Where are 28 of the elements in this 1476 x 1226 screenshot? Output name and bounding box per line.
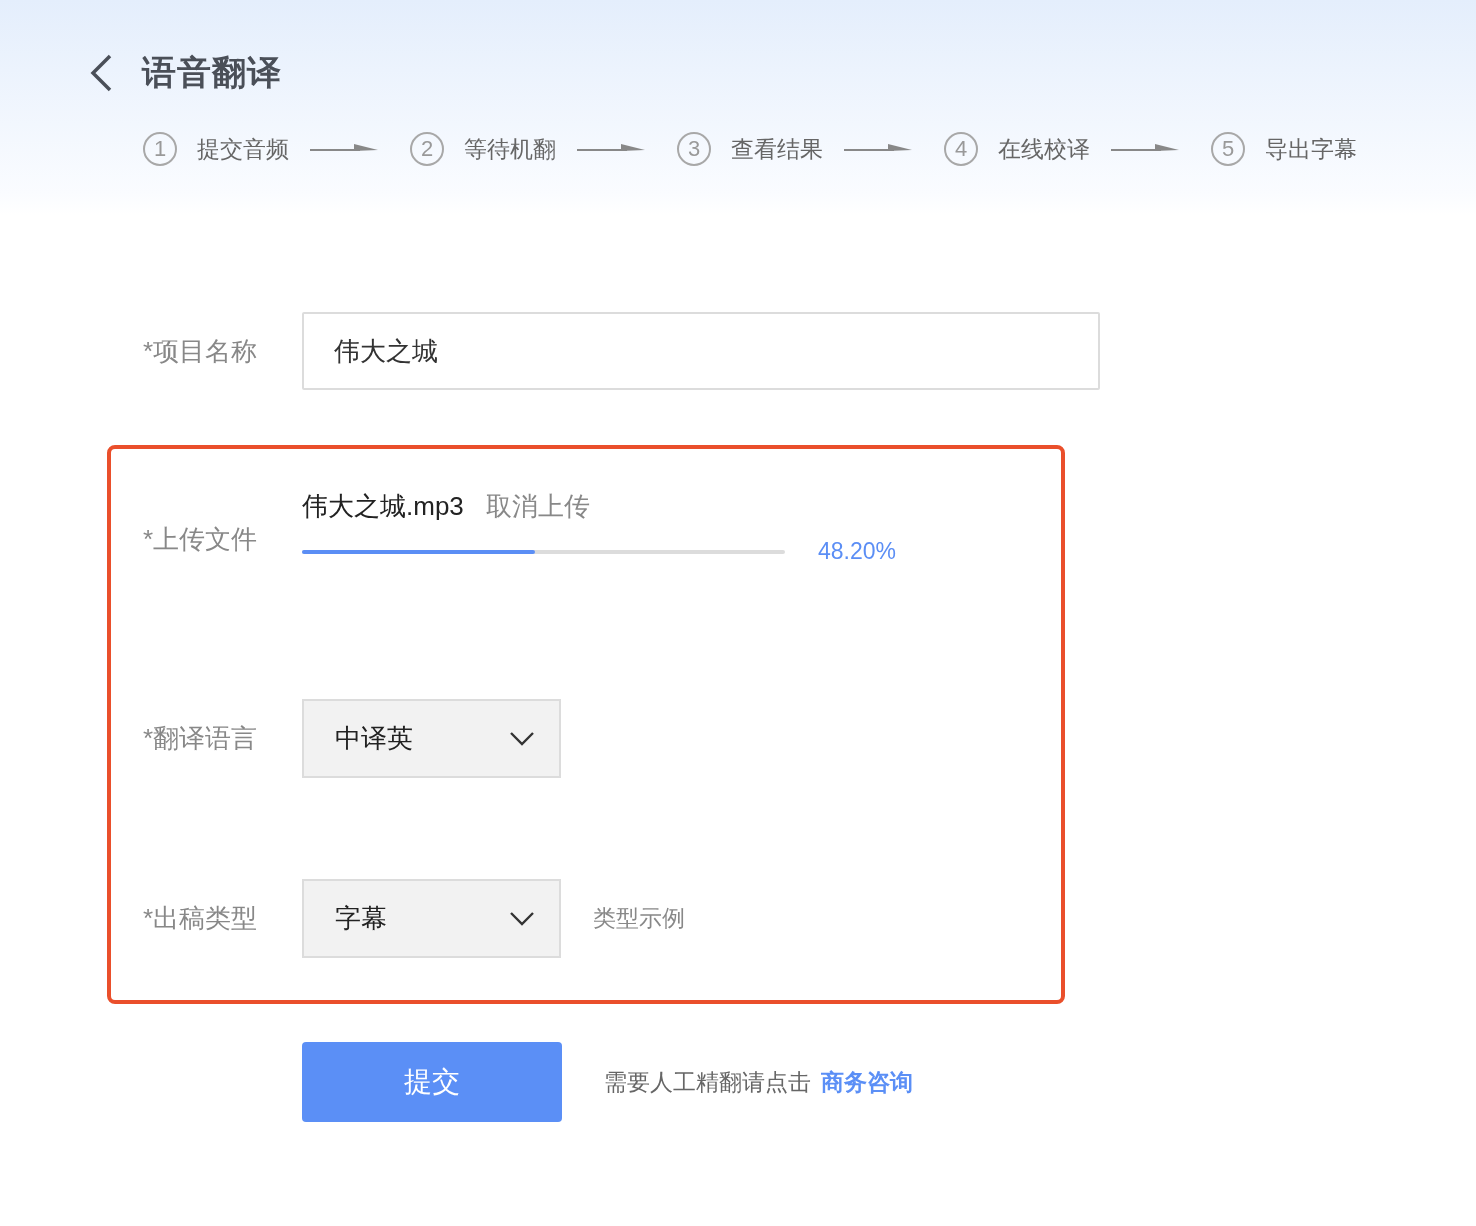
step-label: 在线校译	[998, 134, 1090, 164]
output-type-dropdown[interactable]: 字幕	[302, 879, 561, 958]
hint-text: 需要人工精翻请点击	[604, 1067, 811, 1097]
language-dropdown[interactable]: 中译英	[302, 699, 561, 778]
back-icon[interactable]	[88, 53, 114, 93]
type-example-link[interactable]: 类型示例	[593, 903, 685, 934]
step-label: 查看结果	[731, 134, 823, 164]
step-number: 4	[944, 132, 978, 166]
submit-button[interactable]: 提交	[302, 1042, 562, 1122]
step-label: 提交音频	[197, 134, 289, 164]
field-label: *项目名称	[143, 334, 259, 368]
field-label: *出稿类型	[143, 902, 259, 935]
field-label: *上传文件	[143, 522, 259, 556]
step-label: 等待机翻	[464, 134, 556, 164]
step-number: 3	[677, 132, 711, 166]
chevron-down-icon	[509, 910, 535, 927]
step-label: 导出字幕	[1265, 134, 1357, 164]
business-consult-link[interactable]: 商务咨询	[821, 1066, 913, 1098]
step-number: 2	[410, 132, 444, 166]
cancel-upload-link[interactable]: 取消上传	[485, 489, 590, 524]
field-label: *翻译语言	[143, 722, 259, 755]
chevron-down-icon	[509, 730, 535, 747]
file-name: 伟大之城.mp3	[302, 490, 464, 523]
page-title: 语音翻译	[142, 52, 282, 93]
step-number: 1	[143, 132, 177, 166]
step-number: 5	[1211, 132, 1245, 166]
project-name-field[interactable]: 伟大之城	[302, 312, 1100, 390]
progress-percent: 48.20%	[818, 538, 896, 565]
